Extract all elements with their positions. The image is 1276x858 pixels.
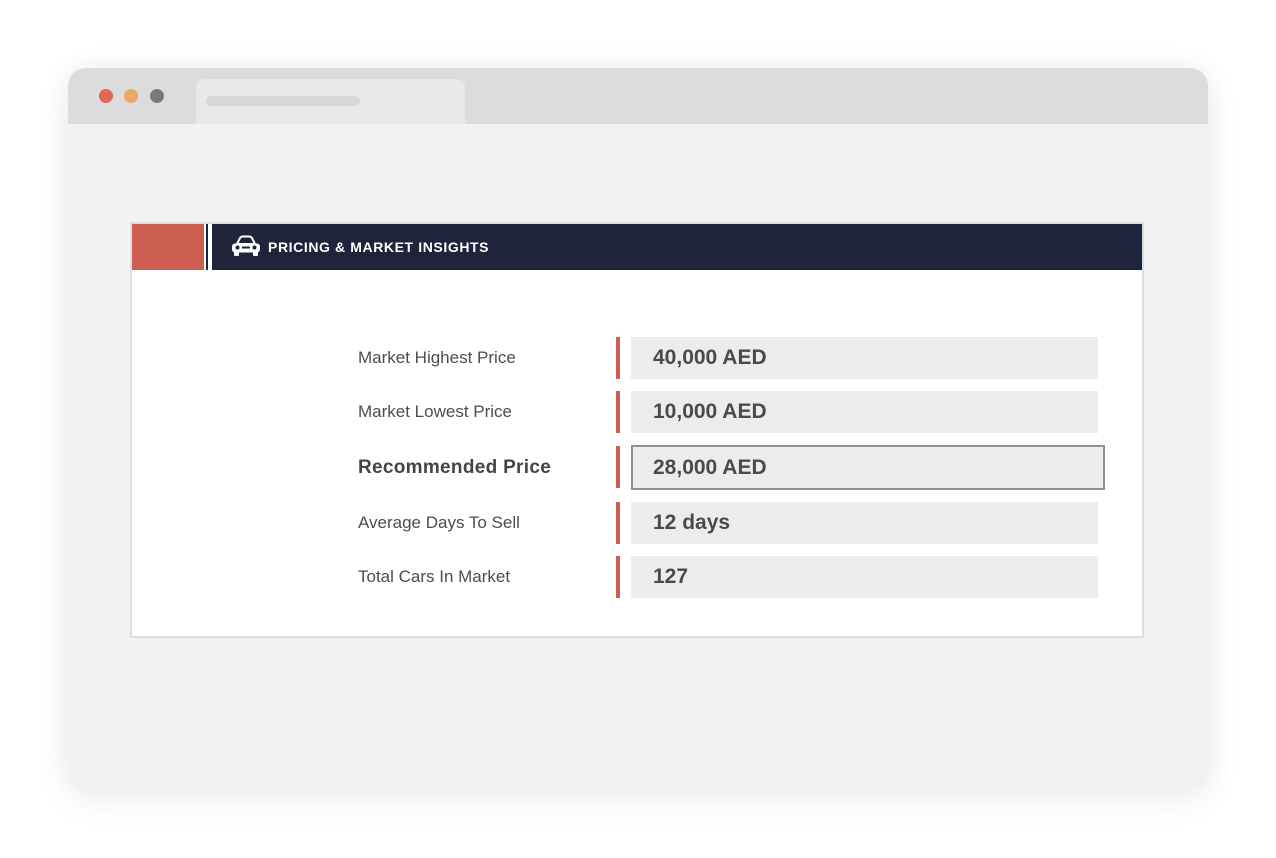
- recommended-price-value: 28,000 AED: [631, 445, 1105, 490]
- market-lowest-price-value: 10,000 AED: [631, 391, 1098, 433]
- recommended-price-label: Recommended Price: [358, 457, 552, 478]
- minimize-window-button[interactable]: [124, 89, 138, 103]
- row-accent-bar: [616, 446, 620, 488]
- row-accent-bar: [616, 556, 620, 598]
- browser-titlebar: [68, 68, 1208, 124]
- row-accent-bar: [616, 502, 620, 544]
- card-header: PRICING & MARKET INSIGHTS: [132, 224, 1142, 270]
- market-lowest-price-label: Market Lowest Price: [358, 402, 512, 421]
- tab-title-placeholder: [206, 96, 360, 106]
- row-accent-bar: [616, 391, 620, 433]
- total-cars-in-market-label: Total Cars In Market: [358, 567, 511, 586]
- total-cars-in-market-value: 127: [631, 556, 1098, 598]
- header-accent-block: [132, 224, 204, 270]
- close-window-button[interactable]: [99, 89, 113, 103]
- market-highest-price-value: 40,000 AED: [631, 337, 1098, 379]
- average-days-to-sell-value: 12 days: [631, 502, 1098, 544]
- header-divider: [204, 224, 212, 270]
- average-days-to-sell-label: Average Days To Sell: [358, 513, 520, 532]
- maximize-window-button[interactable]: [150, 89, 164, 103]
- market-highest-price-label: Market Highest Price: [358, 348, 516, 367]
- pricing-insights-card: PRICING & MARKET INSIGHTS Market Highest…: [130, 222, 1144, 638]
- row-accent-bar: [616, 337, 620, 379]
- car-icon: [232, 235, 260, 256]
- browser-tab[interactable]: [196, 79, 465, 124]
- card-title: PRICING & MARKET INSIGHTS: [268, 239, 490, 255]
